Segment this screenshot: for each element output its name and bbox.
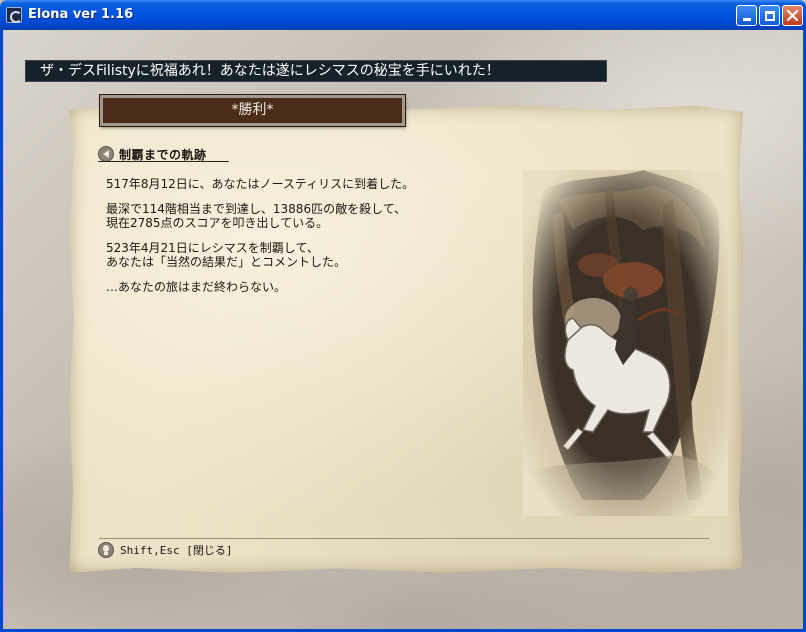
text-line: 最深で114階相当まで到達し、13886匹の敵を殺して、 — [106, 202, 407, 216]
minimize-icon — [742, 18, 751, 21]
close-hint-text: Shift,Esc [閉じる] — [120, 544, 233, 557]
text-line: 現在2785点のスコアを叩き出している。 — [106, 216, 329, 230]
window-titlebar[interactable]: Elona ver 1.16 — [0, 0, 806, 30]
section-title: 制覇までの軌跡 — [119, 147, 207, 162]
text-line: …あなたの旅はまだ終わらない。 — [106, 280, 287, 294]
message-banner: ザ・デスFilistyに祝福あれ！あなたは遂にレシマスの秘宝を手にいれた！ — [25, 60, 607, 82]
rider-on-horse-image — [523, 170, 728, 516]
maximize-button[interactable] — [759, 5, 780, 26]
text-line: あなたは「当然の結果だ」とコメントした。 — [106, 255, 347, 269]
minimize-button[interactable] — [736, 5, 757, 26]
window-title: Elona ver 1.16 — [28, 7, 134, 22]
lightbulb-icon — [98, 542, 114, 558]
dialog-title: *勝利* — [99, 94, 406, 127]
text-line: 517年8月12日に、あなたはノースティリスに到着した。 — [106, 177, 415, 191]
app-icon[interactable] — [6, 7, 22, 23]
close-button[interactable] — [782, 5, 803, 26]
footer-hint: Shift,Esc [閉じる] — [98, 541, 232, 559]
rider-illustration — [523, 170, 728, 516]
arrow-left-icon — [98, 146, 114, 162]
text-line: 523年4月21日にレシマスを制覇して、 — [106, 241, 319, 255]
paragraph-conquest: 523年4月21日にレシマスを制覇して、 あなたは「当然の結果だ」とコメントした… — [106, 241, 506, 269]
paragraph-arrival: 517年8月12日に、あなたはノースティリスに到着した。 — [106, 177, 506, 191]
paragraph-depth-score: 最深で114階相当まで到達し、13886匹の敵を殺して、 現在2785点のスコア… — [106, 202, 506, 230]
maximize-icon — [764, 10, 775, 21]
paragraph-journey: …あなたの旅はまだ終わらない。 — [106, 280, 506, 294]
game-client-area: ザ・デスFilistyに祝福あれ！あなたは遂にレシマスの秘宝を手にいれた！ *勝… — [0, 30, 806, 632]
section-underline — [98, 161, 229, 162]
close-icon — [787, 10, 798, 21]
victory-text: 517年8月12日に、あなたはノースティリスに到着した。 最深で114階相当まで… — [106, 177, 506, 305]
footer-divider — [99, 538, 709, 539]
